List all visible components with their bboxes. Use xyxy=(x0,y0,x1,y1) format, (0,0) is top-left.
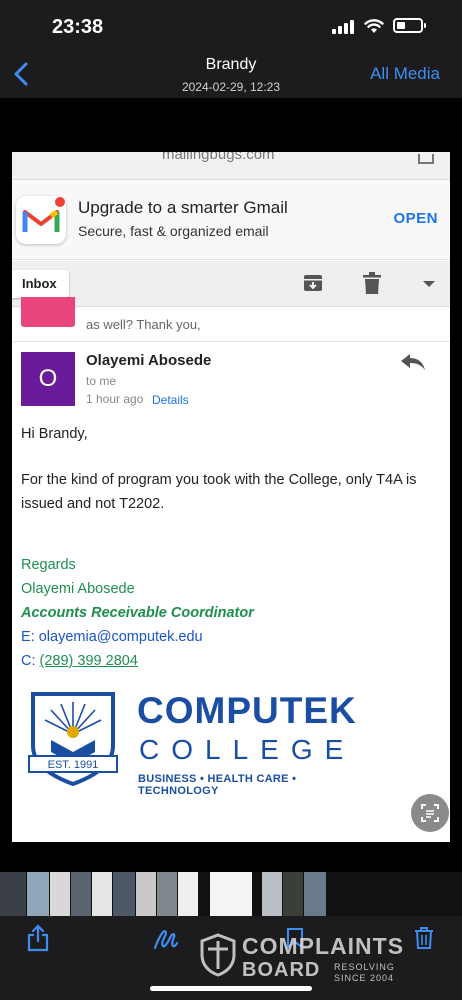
reply-icon[interactable] xyxy=(400,352,426,372)
banner-title: Upgrade to a smarter Gmail xyxy=(78,198,288,217)
watermark-tag-line-2: SINCE 2004 xyxy=(334,973,395,983)
photo-nav-bar: Brandy 2024-02-29, 12:23 All Media xyxy=(0,50,462,98)
signature-title: Accounts Receivable Coordinator xyxy=(21,605,254,621)
all-media-button[interactable]: All Media xyxy=(370,64,440,84)
url-strip: mailingbugs.com xyxy=(12,152,450,180)
phone-prefix: C: xyxy=(21,653,40,669)
logo-main-text: COMPUTEK xyxy=(137,690,357,731)
thumbnail[interactable] xyxy=(262,872,282,916)
watermark-top: COMPLAINTS xyxy=(242,933,405,959)
thumbnail[interactable] xyxy=(50,872,70,916)
email-screenshot: mailingbugs.com Upgrade to a smarter Gma… xyxy=(12,152,450,842)
college-crest-icon: EST. 1991 xyxy=(28,692,118,787)
thumbnail[interactable] xyxy=(0,872,26,916)
archive-icon[interactable] xyxy=(303,273,323,293)
gmail-upgrade-banner: Upgrade to a smarter Gmail Secure, fast … xyxy=(12,180,450,260)
wifi-icon xyxy=(364,19,384,33)
email-message: O Olayemi Abosede to me 1 hour ago Detai… xyxy=(12,342,450,842)
details-link[interactable]: Details xyxy=(152,393,189,407)
computek-logo: EST. 1991 COMPUTEK COLLEGE BUSINESS • HE… xyxy=(21,690,366,797)
markup-icon[interactable] xyxy=(153,928,179,950)
thumbnail[interactable] xyxy=(136,872,156,916)
thumbnail[interactable] xyxy=(178,872,198,916)
photo-background-bottom xyxy=(0,842,462,872)
status-time: 23:38 xyxy=(52,16,104,38)
delete-icon[interactable] xyxy=(414,926,434,950)
previous-avatar xyxy=(21,297,75,327)
watermark-logo: COMPLAINTS BOARD RESOLVING SINCE 2004 xyxy=(200,933,415,983)
email-prefix: E: xyxy=(21,629,39,645)
recipient-label: to me xyxy=(86,374,117,388)
email-link[interactable]: olayemia@computek.edu xyxy=(39,629,203,645)
status-bar: 23:38 xyxy=(0,0,462,50)
est-label: EST. 1991 xyxy=(48,759,99,771)
url-text: mailingbugs.com xyxy=(162,152,275,163)
thumbnail[interactable] xyxy=(92,872,112,916)
scan-text-icon[interactable] xyxy=(411,794,449,832)
trash-icon[interactable] xyxy=(363,272,381,294)
watermark-bottom: BOARD xyxy=(242,959,321,981)
previous-message[interactable]: as well? Thank you, xyxy=(12,297,450,342)
inbox-label-chip[interactable]: Inbox xyxy=(12,270,69,298)
thumbnail[interactable] xyxy=(304,872,326,916)
signature-email: E: olayemia@computek.edu xyxy=(21,625,203,649)
phone-link[interactable]: (289) 399 2804 xyxy=(40,653,138,669)
thumbnail-current[interactable] xyxy=(210,872,252,916)
share-icon[interactable] xyxy=(27,924,49,952)
signature-regards: Regards xyxy=(21,557,76,573)
home-indicator xyxy=(150,986,312,991)
logo-sub-text: COLLEGE xyxy=(139,734,356,765)
thumbnail[interactable] xyxy=(157,872,177,916)
signature-name: Olayemi Abosede xyxy=(21,581,135,597)
body-line-1: For the kind of program you took with th… xyxy=(21,472,417,488)
gmail-logo-icon xyxy=(16,196,66,244)
banner-subtitle: Secure, fast & organized email xyxy=(78,223,269,239)
email-toolbar: Inbox xyxy=(12,261,450,307)
thumbnail[interactable] xyxy=(71,872,91,916)
tray-icon xyxy=(418,154,434,164)
thumbnail[interactable] xyxy=(113,872,135,916)
thumbnail[interactable] xyxy=(27,872,49,916)
thumbnail[interactable] xyxy=(283,872,303,916)
body-line-2: issued and not T2202. xyxy=(21,496,165,512)
greeting: Hi Brandy, xyxy=(21,426,88,442)
shield-icon xyxy=(200,933,236,977)
thumbnail-strip xyxy=(0,872,462,916)
more-icon[interactable] xyxy=(422,279,436,289)
previous-snippet: as well? Thank you, xyxy=(86,317,201,332)
sender-name: Olayemi Abosede xyxy=(86,352,212,369)
open-gmail-button[interactable]: OPEN xyxy=(393,210,438,227)
cellular-signal-icon xyxy=(332,20,356,34)
watermark-tag-line-1: RESOLVING xyxy=(334,962,395,972)
message-time: 1 hour ago xyxy=(86,392,144,406)
logo-tagline: BUSINESS • HEALTH CARE • TECHNOLOGY xyxy=(138,773,297,797)
battery-icon xyxy=(393,18,426,33)
avatar: O xyxy=(21,352,75,406)
signature-phone: C: (289) 399 2804 xyxy=(21,649,138,673)
watermark-tagline: RESOLVING SINCE 2004 xyxy=(334,962,395,984)
photo-background-top xyxy=(0,98,462,152)
